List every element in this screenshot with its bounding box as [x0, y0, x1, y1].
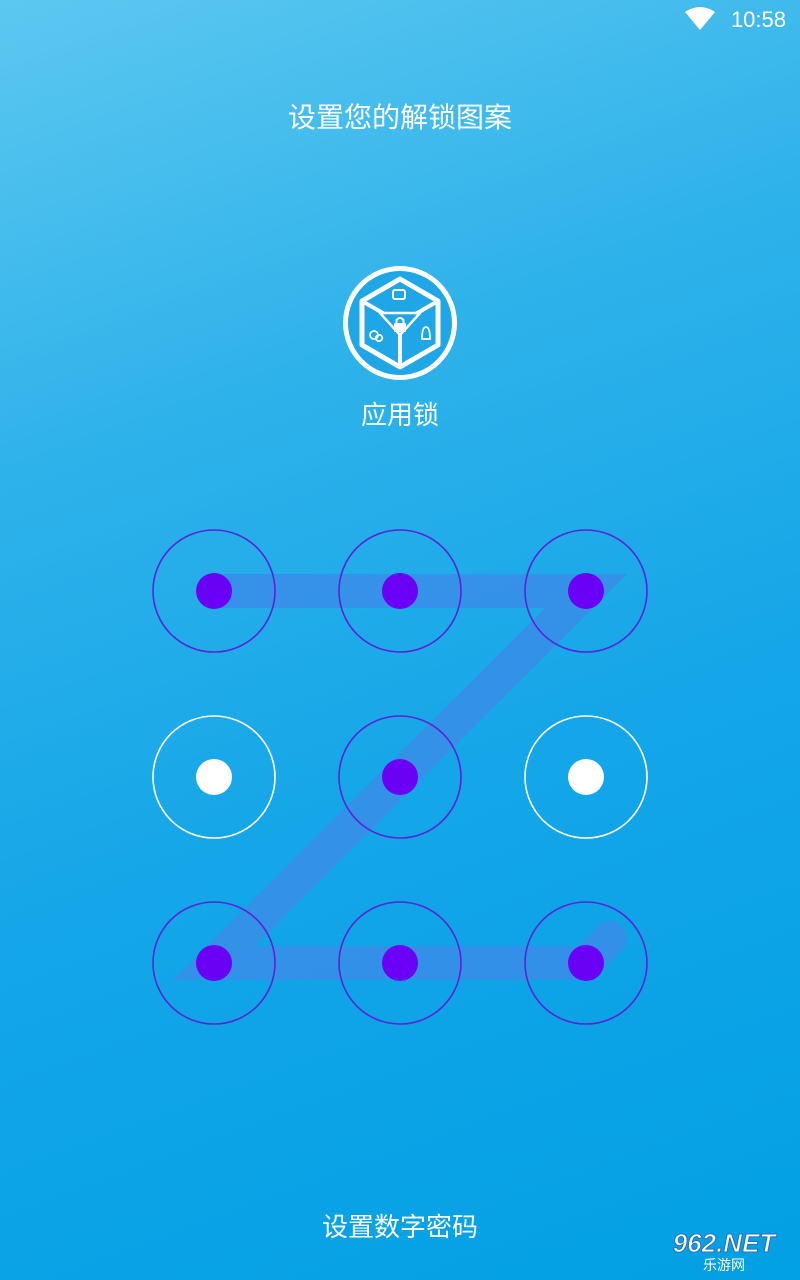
pattern-node-4[interactable] [152, 715, 276, 839]
pattern-dot [568, 573, 604, 609]
pattern-node-6[interactable] [524, 715, 648, 839]
pattern-dot [568, 945, 604, 981]
pattern-dot [382, 759, 418, 795]
pattern-dot [196, 759, 232, 795]
watermark-logo: 962.NET 乐游网 [672, 1228, 778, 1275]
pattern-dot [568, 759, 604, 795]
pattern-lock-grid[interactable] [0, 0, 800, 1280]
pattern-dot [196, 945, 232, 981]
svg-text:乐游网: 乐游网 [703, 1258, 745, 1274]
pattern-node-5[interactable] [338, 715, 462, 839]
svg-text:962.NET: 962.NET [673, 1228, 778, 1258]
pattern-dot [382, 945, 418, 981]
pattern-dot [382, 573, 418, 609]
pattern-dot [196, 573, 232, 609]
